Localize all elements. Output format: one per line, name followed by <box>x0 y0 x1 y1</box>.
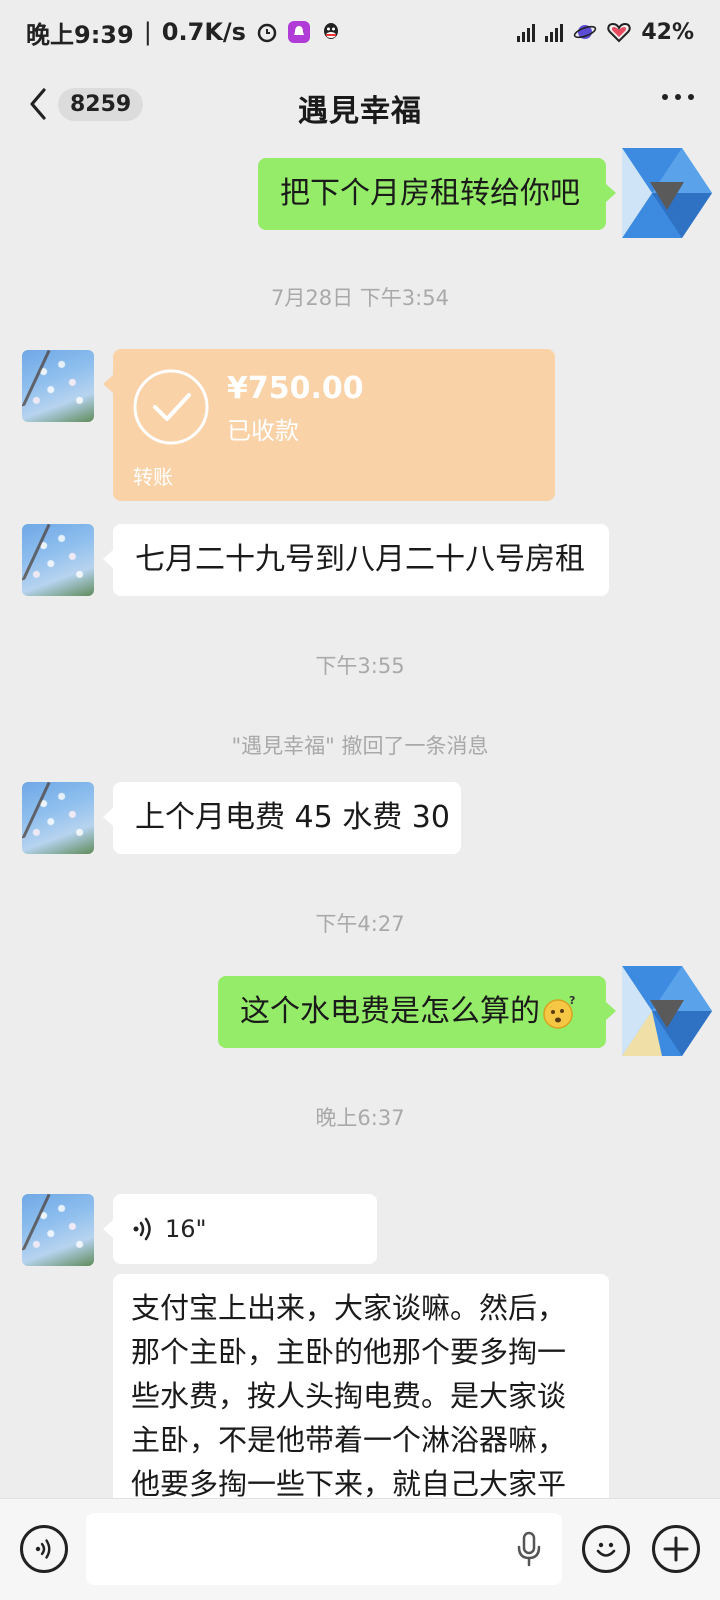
emoji-icon <box>596 1542 616 1557</box>
app-notification-icon <box>287 21 310 43</box>
voice-message[interactable]: 16" <box>103 1194 377 1264</box>
voice-icon <box>35 1539 51 1559</box>
voice-wave-icon <box>133 1217 151 1241</box>
check-circle-icon <box>133 369 209 445</box>
contact-avatar[interactable] <box>22 350 94 422</box>
emoji-button[interactable] <box>582 1525 630 1573</box>
message-input[interactable] <box>86 1513 562 1585</box>
more-options-button[interactable] <box>662 94 694 100</box>
self-avatar[interactable] <box>622 966 712 1056</box>
qq-icon <box>323 23 338 39</box>
signal-icon-1 <box>517 22 536 42</box>
status-bar-left: 晚上9:39 | 0.7K/s <box>26 15 342 50</box>
recall-notice: "遇見幸福" 撤回了一条消息 <box>231 734 489 758</box>
timestamp: 下午3:55 <box>315 654 405 678</box>
self-avatar[interactable] <box>622 148 712 238</box>
message-list[interactable]: 把下个月房租转给你吧 7月28日 下午3:54 ¥750.00 已收款 转账 七… <box>0 144 720 1498</box>
timestamp: 晚上6:37 <box>315 1106 405 1130</box>
message-text: 支付宝上出来，大家谈嘛。然后，那个主卧，主卧的他那个要多掏一些水费，按人头掏电费… <box>131 1291 567 1498</box>
battery-level: 42% <box>641 19 694 45</box>
status-time: 晚上9:39 <box>26 20 134 49</box>
incoming-message[interactable]: 支付宝上出来，大家谈嘛。然后，那个主卧，主卧的他那个要多掏一些水费，按人头掏电费… <box>113 1274 609 1498</box>
input-bar <box>0 1498 720 1600</box>
more-dot <box>675 94 681 100</box>
status-bar: 晚上9:39 | 0.7K/s 42% <box>0 0 720 64</box>
message-text: 七月二十九号到八月二十八号房租 <box>135 542 585 577</box>
message-text: 上个月电费 45 水费 30 <box>135 800 450 835</box>
timestamp: 7月28日 下午3:54 <box>271 286 449 310</box>
more-functions-button[interactable] <box>652 1525 700 1573</box>
message-text: 这个水电费是怎么算的 <box>240 994 540 1029</box>
transfer-card[interactable]: ¥750.00 已收款 转账 <box>103 349 555 501</box>
voice-input-toggle[interactable] <box>20 1525 68 1573</box>
microphone-icon[interactable] <box>516 1531 542 1567</box>
svg-text:?: ? <box>569 994 575 1007</box>
contact-avatar[interactable] <box>22 1194 94 1266</box>
outgoing-message[interactable]: 把下个月房租转给你吧 <box>258 158 616 230</box>
incoming-message[interactable]: 上个月电费 45 水费 30 <box>103 782 461 854</box>
network-speed: 0.7K/s <box>161 18 246 46</box>
transfer-amount: ¥750.00 <box>227 371 364 406</box>
timestamp: 下午4:27 <box>315 912 405 936</box>
status-bar-right: 42% <box>517 20 694 45</box>
chat-header: 8259 遇見幸福 <box>0 64 720 144</box>
more-dot <box>688 94 694 100</box>
contact-avatar[interactable] <box>22 524 94 596</box>
transfer-label: 转账 <box>133 465 173 489</box>
incoming-message[interactable]: 七月二十九号到八月二十八号房租 <box>103 524 609 596</box>
thinking-emoji-icon: ? <box>543 994 575 1029</box>
transfer-status: 已收款 <box>227 417 299 445</box>
more-dots-icon <box>662 94 668 100</box>
outgoing-message[interactable]: 这个水电费是怎么算的 ? <box>218 976 616 1048</box>
alarm-icon <box>257 23 277 43</box>
voice-duration: 16" <box>165 1215 207 1243</box>
message-text: 把下个月房租转给你吧 <box>280 176 580 211</box>
signal-icon-2 <box>545 22 564 42</box>
planet-icon <box>574 25 597 39</box>
plus-icon <box>663 1536 689 1562</box>
chat-title: 遇見幸福 <box>298 94 422 129</box>
heart-icon <box>607 22 632 43</box>
status-separator: | <box>143 18 152 46</box>
contact-avatar[interactable] <box>22 782 94 854</box>
